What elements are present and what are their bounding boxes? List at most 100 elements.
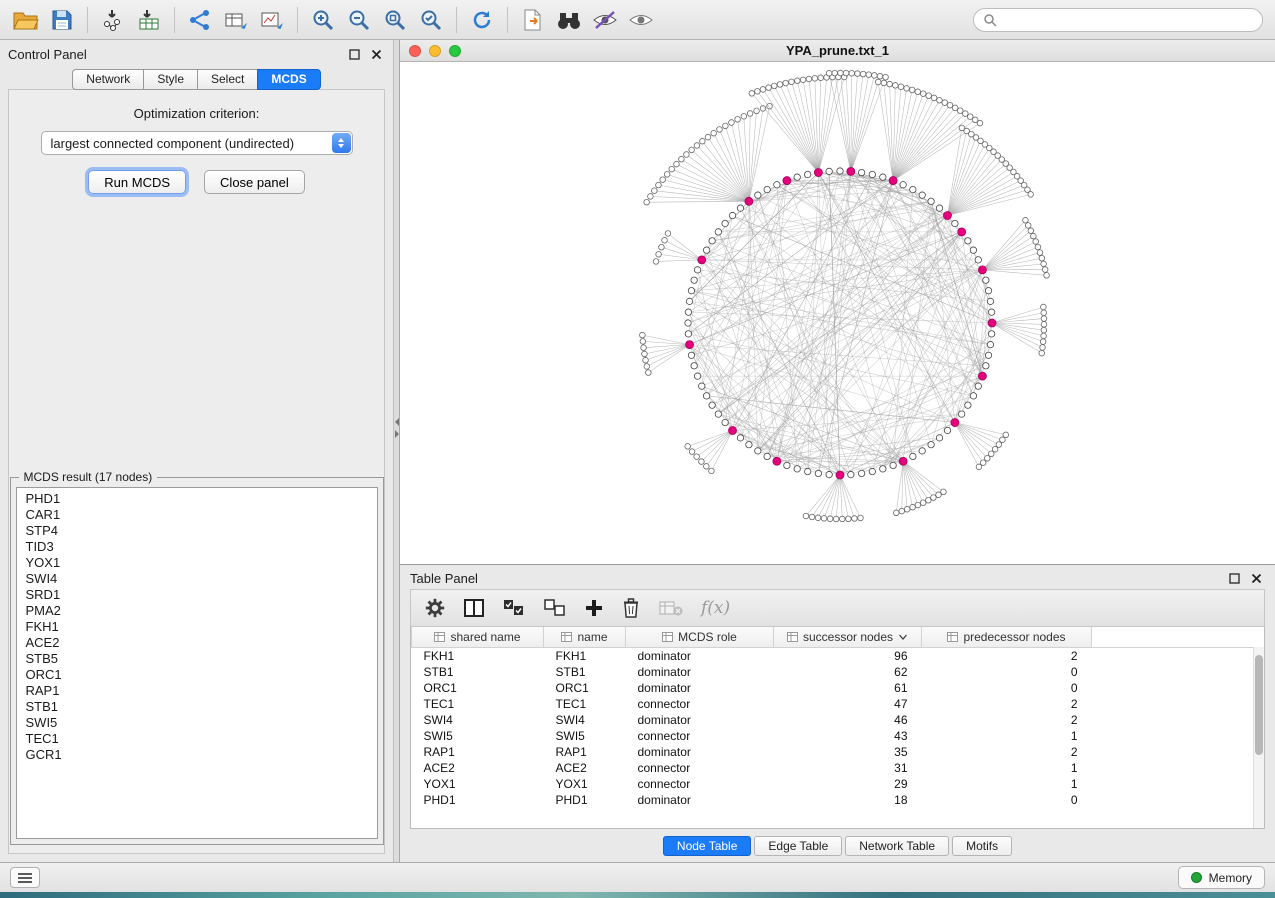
delete-column-button[interactable] (621, 597, 641, 619)
mcds-result-item[interactable]: STP4 (26, 523, 377, 539)
table-cell: 61 (774, 680, 922, 696)
table-row[interactable]: ORC1ORC1dominator610 (412, 680, 1265, 696)
table-row[interactable]: SWI4SWI4dominator462 (412, 712, 1265, 728)
export-document-button[interactable] (515, 5, 551, 35)
select-all-rows-button[interactable] (502, 598, 526, 618)
network-window-titlebar: YPA_prune.txt_1 (400, 40, 1275, 62)
add-column-button[interactable] (584, 598, 604, 618)
mcds-result-list[interactable]: PHD1CAR1STP4TID3YOX1SWI4SRD1PMA2FKH1ACE2… (16, 487, 378, 839)
close-window-button[interactable] (409, 45, 421, 57)
table-row[interactable]: TEC1TEC1connector472 (412, 696, 1265, 712)
zoom-in-button[interactable] (305, 5, 341, 35)
import-network-button[interactable] (95, 5, 131, 35)
search-field[interactable] (973, 8, 1263, 32)
panel-splitter[interactable] (393, 40, 400, 862)
criterion-dropdown[interactable]: largest connected component (undirected) (41, 131, 353, 155)
find-button[interactable] (551, 5, 587, 35)
table-row[interactable]: YOX1YOX1connector291 (412, 776, 1265, 792)
table-cell-filler (1092, 712, 1265, 728)
open-file-button[interactable] (8, 5, 44, 35)
tab-style[interactable]: Style (143, 69, 197, 90)
mcds-result-item[interactable]: GCR1 (26, 747, 377, 763)
tab-network-table[interactable]: Network Table (845, 836, 949, 856)
mcds-result-item[interactable]: SWI4 (26, 571, 377, 587)
network-canvas[interactable] (400, 62, 1275, 564)
binoculars-icon (556, 9, 582, 31)
tab-edge-table[interactable]: Edge Table (754, 836, 842, 856)
float-table-panel-button[interactable] (1228, 572, 1241, 585)
table-cell: dominator (626, 647, 774, 664)
import-table-button[interactable] (131, 5, 167, 35)
table-row[interactable]: FKH1FKH1dominator962 (412, 647, 1265, 664)
mcds-result-item[interactable]: TID3 (26, 539, 377, 555)
mcds-result-item[interactable]: FKH1 (26, 619, 377, 635)
control-panel-title: Control Panel (8, 47, 87, 62)
control-panel-titlebar: Control Panel (8, 43, 385, 65)
mcds-result-item[interactable]: PMA2 (26, 603, 377, 619)
column-header-mcds-role[interactable]: MCDS role (626, 627, 774, 647)
dropdown-stepper-icon (332, 133, 351, 153)
table-row[interactable]: ACE2ACE2connector311 (412, 760, 1265, 776)
mcds-result-item[interactable]: PHD1 (26, 491, 377, 507)
mcds-result-item[interactable]: CAR1 (26, 507, 377, 523)
tab-network[interactable]: Network (72, 69, 143, 90)
show-columns-button[interactable] (463, 598, 485, 618)
hide-selected-button[interactable] (587, 5, 623, 35)
search-input[interactable] (1003, 13, 1253, 27)
table-row[interactable]: STB1STB1dominator620 (412, 664, 1265, 680)
close-icon (1251, 573, 1262, 584)
mcds-result-item[interactable]: RAP1 (26, 683, 377, 699)
export-image-button[interactable] (254, 5, 290, 35)
scrollbar-thumb[interactable] (1255, 655, 1263, 755)
close-panel-button[interactable]: Close panel (204, 170, 305, 194)
table-scrollbar[interactable] (1253, 647, 1264, 828)
zoom-fit-button[interactable] (377, 5, 413, 35)
show-all-button[interactable] (623, 5, 659, 35)
float-panel-button[interactable] (348, 48, 361, 61)
column-header-predecessor-nodes[interactable]: predecessor nodes (922, 627, 1092, 647)
mcds-result-item[interactable]: TEC1 (26, 731, 377, 747)
delete-table-button[interactable] (658, 598, 684, 618)
column-header-successor-nodes[interactable]: successor nodes (774, 627, 922, 647)
memory-button[interactable]: Memory (1178, 866, 1265, 889)
column-header-name[interactable]: name (544, 627, 626, 647)
mcds-result-item[interactable]: STB5 (26, 651, 377, 667)
new-network-button[interactable] (182, 5, 218, 35)
function-builder-button[interactable]: f(x) (701, 598, 730, 618)
tab-motifs[interactable]: Motifs (952, 836, 1012, 856)
table-row[interactable]: PHD1PHD1dominator180 (412, 792, 1265, 808)
close-control-panel-button[interactable] (370, 48, 383, 61)
splitter-collapse-icons[interactable] (394, 418, 399, 438)
network-window-title: YPA_prune.txt_1 (400, 43, 1275, 58)
panel-menu-button[interactable] (10, 867, 40, 888)
table-cell: 29 (774, 776, 922, 792)
table-row[interactable]: RAP1RAP1dominator352 (412, 744, 1265, 760)
deselect-all-rows-button[interactable] (543, 598, 567, 618)
mcds-result-item[interactable]: YOX1 (26, 555, 377, 571)
tab-mcds[interactable]: MCDS (257, 69, 320, 90)
zoom-selected-button[interactable] (413, 5, 449, 35)
table-cell-filler (1092, 680, 1265, 696)
refresh-button[interactable] (464, 5, 500, 35)
mcds-result-item[interactable]: SWI5 (26, 715, 377, 731)
minimize-window-button[interactable] (429, 45, 441, 57)
mcds-result-item[interactable]: ACE2 (26, 635, 377, 651)
zoom-out-button[interactable] (341, 5, 377, 35)
toolbar-separator (297, 7, 298, 33)
table-row[interactable]: SWI5SWI5connector431 (412, 728, 1265, 744)
table-cell: FKH1 (544, 647, 626, 664)
save-session-button[interactable] (44, 5, 80, 35)
tab-node-table[interactable]: Node Table (663, 836, 752, 856)
mcds-result-item[interactable]: STB1 (26, 699, 377, 715)
column-header-shared-name[interactable]: shared name (412, 627, 544, 647)
network-graph[interactable] (400, 62, 1275, 564)
close-table-panel-button[interactable] (1250, 572, 1263, 585)
run-mcds-button[interactable]: Run MCDS (88, 170, 186, 194)
new-table-button[interactable] (218, 5, 254, 35)
tab-select[interactable]: Select (197, 69, 257, 90)
table-cell: 18 (774, 792, 922, 808)
mcds-result-item[interactable]: ORC1 (26, 667, 377, 683)
table-settings-button[interactable] (424, 597, 446, 619)
maximize-window-button[interactable] (449, 45, 461, 57)
mcds-result-item[interactable]: SRD1 (26, 587, 377, 603)
